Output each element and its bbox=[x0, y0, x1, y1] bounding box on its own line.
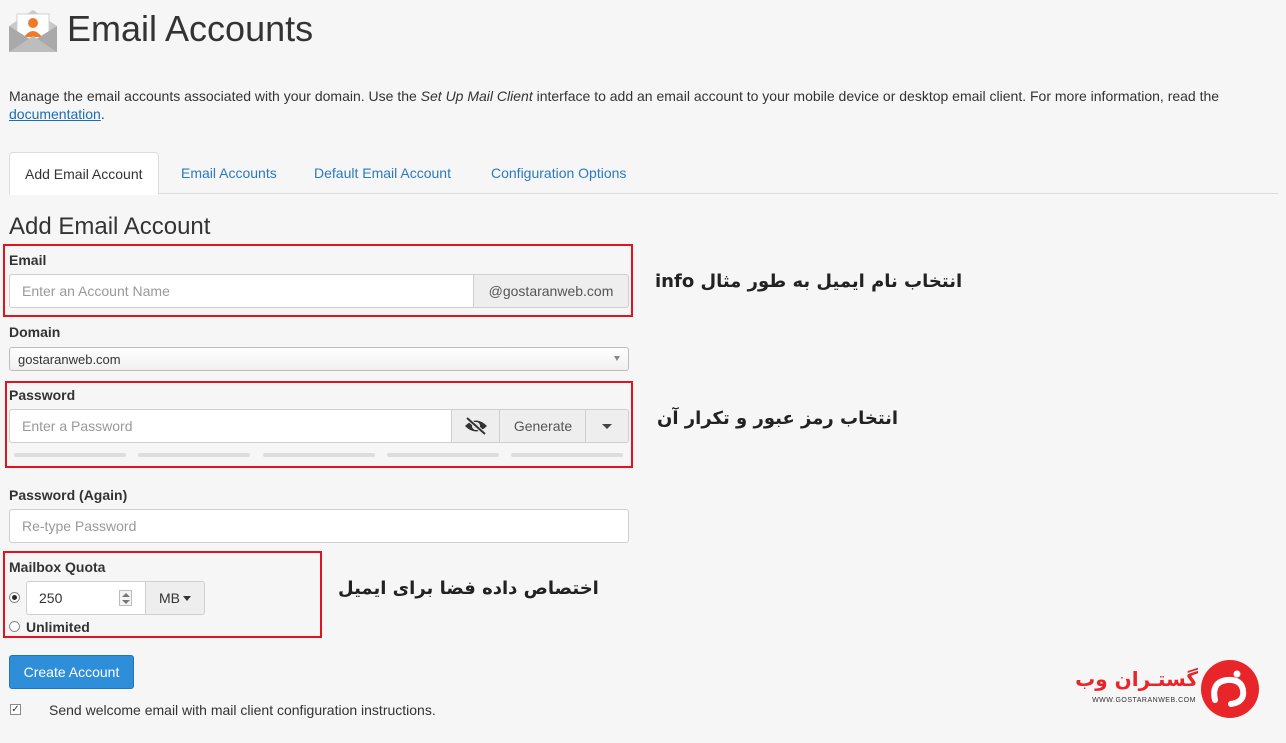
tab-add-email-account[interactable]: Add Email Account bbox=[9, 152, 159, 195]
password-strength-segment bbox=[511, 453, 623, 457]
brand-name: گستـران وب bbox=[1075, 667, 1198, 691]
domain-label: Domain bbox=[9, 324, 61, 340]
tab-bar: Add Email Account Email Accounts Default… bbox=[9, 152, 1278, 195]
quota-unit-dropdown[interactable]: MB bbox=[145, 581, 205, 615]
intro-text-after: interface to add an email account to you… bbox=[532, 88, 1220, 104]
email-label: Email bbox=[9, 252, 47, 268]
quota-value-input[interactable]: 250 bbox=[26, 581, 147, 615]
quota-unit: MB bbox=[159, 590, 180, 606]
intro-text-before: Manage the email accounts associated wit… bbox=[9, 88, 421, 104]
password-strength-segment bbox=[138, 453, 250, 457]
envelope-user-icon bbox=[8, 8, 58, 54]
intro-end: . bbox=[100, 106, 105, 122]
generate-options-dropdown[interactable] bbox=[585, 409, 629, 443]
password-label: Password bbox=[9, 387, 76, 403]
password-strength-segment bbox=[387, 453, 499, 457]
dropdown-arrow-icon bbox=[614, 356, 620, 361]
tab-email-accounts[interactable]: Email Accounts bbox=[181, 152, 277, 194]
password-again-label: Password (Again) bbox=[9, 487, 128, 503]
gostaranweb-logo-icon bbox=[1201, 660, 1259, 718]
caret-down-icon bbox=[602, 423, 612, 429]
email-domain-suffix: @gostaranweb.com bbox=[473, 274, 629, 308]
welcome-email-label: Send welcome email with mail client conf… bbox=[49, 702, 436, 718]
generate-password-button[interactable]: Generate bbox=[499, 409, 587, 443]
brand-url: WWW.GOSTARANWEB.COM bbox=[1092, 697, 1196, 704]
quota-value: 250 bbox=[39, 590, 63, 606]
quota-limited-radio[interactable] bbox=[9, 592, 20, 603]
domain-selected-value: gostaranweb.com bbox=[18, 351, 121, 367]
quota-unlimited-label: Unlimited bbox=[26, 619, 90, 635]
toggle-password-visibility-button[interactable] bbox=[451, 409, 501, 443]
number-spinner-icon[interactable] bbox=[119, 590, 132, 606]
password-input[interactable]: Enter a Password bbox=[9, 409, 453, 443]
form-title: Add Email Account bbox=[9, 213, 211, 240]
page-title: Email Accounts bbox=[67, 8, 314, 49]
tab-default-email-account[interactable]: Default Email Account bbox=[314, 152, 451, 194]
quota-unlimited-radio[interactable] bbox=[9, 621, 20, 632]
eye-slash-icon bbox=[465, 417, 487, 435]
intro-emphasis: Set Up Mail Client bbox=[420, 88, 533, 104]
welcome-email-checkbox[interactable]: ✓ bbox=[10, 704, 21, 715]
tab-configuration-options[interactable]: Configuration Options bbox=[491, 152, 626, 194]
password-strength-segment bbox=[263, 453, 375, 457]
documentation-link[interactable]: documentation bbox=[9, 106, 101, 122]
caret-down-icon bbox=[183, 595, 191, 601]
email-input[interactable]: Enter an Account Name bbox=[9, 274, 475, 308]
password-again-input[interactable]: Re-type Password bbox=[9, 509, 629, 543]
password-strength-segment bbox=[14, 453, 126, 457]
create-account-button[interactable]: Create Account bbox=[9, 655, 134, 689]
quota-annotation: اختصاص داده فضا برای ایمیل bbox=[338, 578, 599, 599]
password-annotation: انتخاب رمز عبور و تکرار آن bbox=[657, 408, 899, 429]
quota-label: Mailbox Quota bbox=[9, 559, 106, 575]
email-annotation: انتخاب نام ایمیل به طور مثال info bbox=[655, 271, 963, 292]
domain-select[interactable]: gostaranweb.com bbox=[9, 347, 629, 371]
intro-text: Manage the email accounts associated wit… bbox=[9, 87, 1281, 123]
